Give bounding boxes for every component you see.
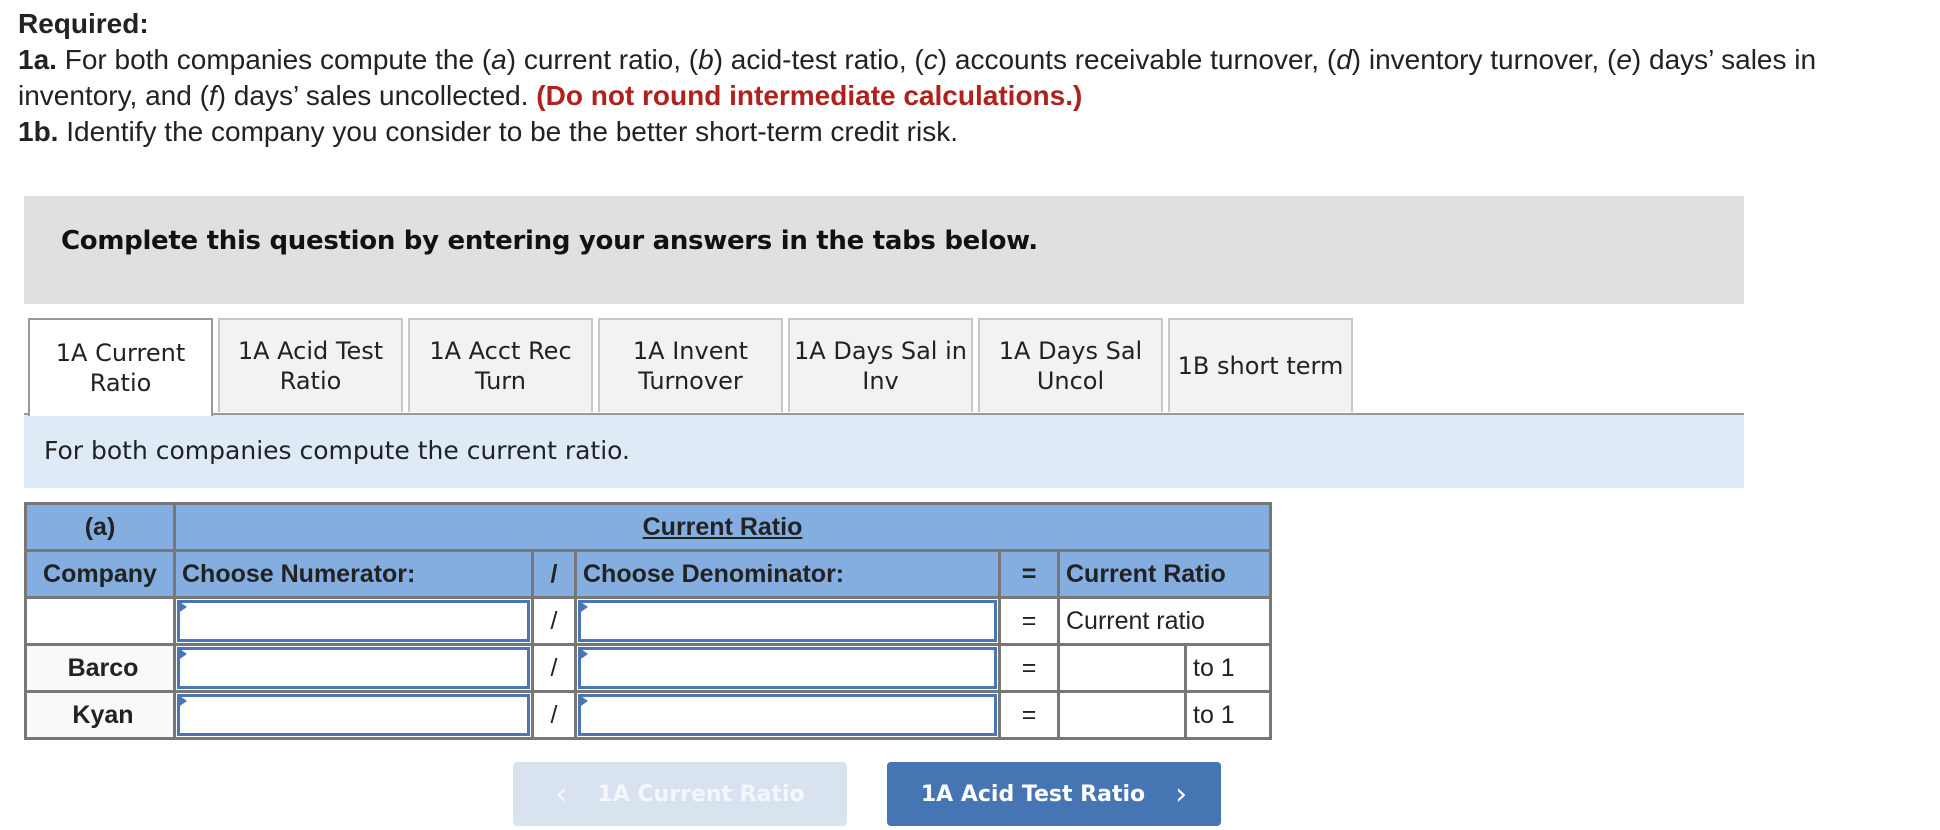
requirement-1b-label: 1b. <box>18 116 59 147</box>
header-numerator: Choose Numerator: <box>173 549 534 599</box>
formula-numerator-dropdown[interactable] <box>173 596 534 646</box>
req-text: Identify the company you consider to be … <box>58 116 958 147</box>
header-result: Current Ratio <box>1057 549 1272 599</box>
req-text: For both companies compute the ( <box>56 44 492 75</box>
kyan-numerator-input[interactable] <box>173 690 534 740</box>
question-prompt: For both companies compute the current r… <box>24 415 1744 488</box>
current-ratio-table: (a) Current Ratio Company Choose Numerat… <box>24 502 1272 740</box>
tab-label: 1A Acid Test Ratio <box>237 337 384 395</box>
chevron-right-icon: › <box>1175 776 1188 812</box>
equals: = <box>998 596 1060 646</box>
req-letter: d <box>1336 44 1352 75</box>
tab-1a-days-sal-in-inv[interactable]: 1A Days Sal in Inv <box>788 318 973 412</box>
rounding-note: (Do not round intermediate calculations.… <box>536 80 1083 111</box>
dropdown-box[interactable] <box>177 600 530 642</box>
slash: / <box>531 596 577 646</box>
input-box[interactable] <box>177 694 530 736</box>
req-text: ) accounts receivable turnover, ( <box>937 44 1337 75</box>
required-title: Required: <box>18 8 149 39</box>
table-row: Kyan / = to 1 <box>24 690 1272 740</box>
ratio-suffix: to 1 <box>1184 643 1272 693</box>
tab-label: 1A Current Ratio <box>55 339 186 397</box>
tab-label: 1A Acct Rec Turn <box>429 337 572 395</box>
tab-label: 1B short term <box>1177 352 1344 380</box>
prev-tab-label: 1A Current Ratio <box>597 781 805 807</box>
table-row: Barco / = to 1 <box>24 643 1272 693</box>
formula-row: / = Current ratio <box>24 596 1272 646</box>
header-company: Company <box>24 549 176 599</box>
slash: / <box>531 690 577 740</box>
req-letter: b <box>698 44 714 75</box>
tab-1a-acct-rec-turn[interactable]: 1A Acct Rec Turn <box>408 318 593 412</box>
header-denominator: Choose Denominator: <box>574 549 1001 599</box>
tab-label: 1A Invent Turnover <box>632 337 749 395</box>
next-tab-label: 1A Acid Test Ratio <box>920 781 1146 807</box>
requirement-1a: 1a. For both companies compute the (a) c… <box>18 42 1928 114</box>
req-text: ) inventory turnover, ( <box>1351 44 1617 75</box>
table-title: Current Ratio <box>173 502 1272 552</box>
input-box[interactable] <box>578 647 997 689</box>
tab-label: 1A Days Sal Uncol <box>998 337 1143 395</box>
requirement-1b: 1b. Identify the company you consider to… <box>18 114 1928 150</box>
tab-1a-current-ratio[interactable]: 1A Current Ratio <box>28 318 213 416</box>
tab-label: 1A Days Sal in Inv <box>794 337 967 395</box>
required-section: Required: 1a. For both companies compute… <box>18 6 1928 150</box>
tab-bar: 1A Current Ratio 1A Acid Test Ratio 1A A… <box>28 318 1358 416</box>
input-marker-icon <box>578 694 588 708</box>
company-name: Kyan <box>24 690 176 740</box>
equals: = <box>998 690 1060 740</box>
req-letter: e <box>1616 44 1632 75</box>
next-tab-button[interactable]: 1A Acid Test Ratio › <box>887 762 1221 826</box>
instructions-text: Complete this question by entering your … <box>61 226 1038 256</box>
prompt-text: For both companies compute the current r… <box>44 436 630 465</box>
input-marker-icon <box>177 694 187 708</box>
formula-result-label: Current ratio <box>1057 596 1272 646</box>
equals: = <box>998 643 1060 693</box>
formula-denominator-dropdown[interactable] <box>574 596 1001 646</box>
instructions-banner: Complete this question by entering your … <box>24 196 1744 304</box>
company-name: Barco <box>24 643 176 693</box>
slash: / <box>531 643 577 693</box>
requirement-1a-label: 1a. <box>18 44 57 75</box>
req-text: ) current ratio, ( <box>506 44 699 75</box>
dropdown-box[interactable] <box>578 600 997 642</box>
barco-ratio-input[interactable] <box>1057 643 1187 693</box>
tab-1a-invent-turnover[interactable]: 1A Invent Turnover <box>598 318 783 412</box>
input-box[interactable] <box>177 647 530 689</box>
req-text: ) days’ sales uncollected. <box>216 80 537 111</box>
input-marker-icon <box>578 647 588 661</box>
dropdown-marker-icon <box>177 600 187 614</box>
input-box[interactable] <box>578 694 997 736</box>
kyan-ratio-input[interactable] <box>1057 690 1187 740</box>
ratio-suffix: to 1 <box>1184 690 1272 740</box>
tab-1a-acid-test-ratio[interactable]: 1A Acid Test Ratio <box>218 318 403 412</box>
chevron-left-icon: ‹ <box>555 776 568 812</box>
req-letter: a <box>491 44 507 75</box>
barco-numerator-input[interactable] <box>173 643 534 693</box>
dropdown-marker-icon <box>578 600 588 614</box>
tab-1b-short-term[interactable]: 1B short term <box>1168 318 1353 412</box>
formula-company-cell <box>24 596 176 646</box>
part-label: (a) <box>24 502 176 552</box>
req-text: ) acid-test ratio, ( <box>713 44 924 75</box>
kyan-denominator-input[interactable] <box>574 690 1001 740</box>
header-equals: = <box>998 549 1060 599</box>
barco-denominator-input[interactable] <box>574 643 1001 693</box>
prev-tab-button[interactable]: ‹ 1A Current Ratio <box>513 762 847 826</box>
req-letter: f <box>208 80 217 111</box>
req-letter: c <box>923 44 938 75</box>
input-marker-icon <box>177 647 187 661</box>
tab-1a-days-sal-uncol[interactable]: 1A Days Sal Uncol <box>978 318 1163 412</box>
header-slash: / <box>531 549 577 599</box>
